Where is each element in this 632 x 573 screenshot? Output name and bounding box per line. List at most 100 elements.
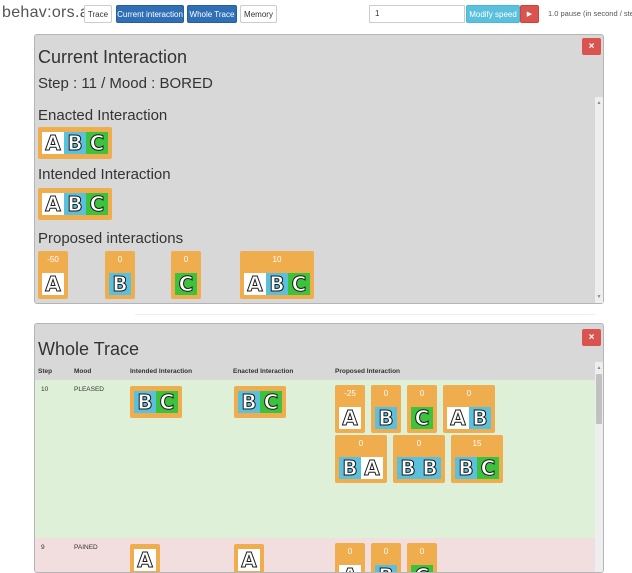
interaction-glyph-c: C xyxy=(260,390,282,415)
trace-button[interactable]: Trace xyxy=(84,5,112,23)
enacted-heading: Enacted Interaction xyxy=(38,107,168,124)
interaction-glyph-b: B xyxy=(64,192,86,217)
row-mood: PLEASED xyxy=(74,386,104,393)
proposed-interaction-tile: 0C xyxy=(407,385,437,433)
interaction-glyph-b: B xyxy=(419,456,441,481)
proposed-interaction-tile: 0B xyxy=(371,543,401,572)
proposed-value: 0 xyxy=(117,255,123,264)
scroll-down-arrow[interactable]: ▼ xyxy=(595,293,603,301)
proposed-value: 0 xyxy=(358,439,364,448)
interaction-glyph-b: B xyxy=(455,456,477,481)
memory-button[interactable]: Memory xyxy=(240,5,277,23)
current-interaction-panel: × Current Interaction Step : 11 / Mood :… xyxy=(34,34,604,304)
proposed-interaction-tile: 0B xyxy=(371,385,401,433)
proposed-interaction-tile: 0 BA xyxy=(335,435,387,483)
intended-interaction-tile: ABC xyxy=(38,188,112,220)
modify-speed-button[interactable]: Modify speed xyxy=(466,5,520,23)
proposed-interaction-tile: 0C xyxy=(171,251,201,299)
row-step: 10 xyxy=(41,386,49,393)
current-interaction-title: Current Interaction xyxy=(38,47,188,67)
interaction-glyph-b: B xyxy=(375,406,397,431)
proposed-interaction-tile: 0 BB xyxy=(393,435,445,483)
interaction-glyph-c: C xyxy=(411,564,433,572)
proposed-interaction-tile: -25 A xyxy=(335,385,365,433)
proposed-value: -25 xyxy=(344,389,356,398)
pause-status: 1.0 pause (in second / step) xyxy=(548,9,632,18)
play-button[interactable]: ▶ xyxy=(520,5,539,23)
interaction-glyph-c: C xyxy=(411,406,433,431)
interaction-glyph-b: B xyxy=(134,390,156,415)
proposed-interaction-tile: 0C xyxy=(407,543,437,572)
speed-input[interactable]: 1 xyxy=(369,5,465,23)
proposed-interaction-tile: 15 B C xyxy=(451,435,503,483)
panel-divider xyxy=(135,314,595,315)
interaction-glyph-b: B xyxy=(238,390,260,415)
proposed-value: 0 xyxy=(416,439,422,448)
proposed-heading: Proposed interactions xyxy=(38,230,184,247)
proposed-value: 0 xyxy=(419,389,425,398)
interaction-glyph-c: C xyxy=(156,390,178,415)
table-row xyxy=(35,380,595,538)
interaction-glyph-c: C xyxy=(86,192,108,217)
proposed-value: -50 xyxy=(47,255,59,264)
top-toolbar: behav:ors.ai Trace Current interaction W… xyxy=(0,0,632,28)
proposed-interaction-tile: -50 A xyxy=(38,251,68,299)
interaction-glyph-a: A xyxy=(42,131,64,156)
interaction-glyph-a: A xyxy=(361,456,383,481)
interaction-glyph-b: B xyxy=(469,406,491,431)
close-current-button[interactable]: × xyxy=(582,38,601,55)
interaction-glyph-a: A xyxy=(42,272,64,297)
interaction-glyph-a: A xyxy=(339,406,361,431)
intended-interaction-tile: BC xyxy=(130,386,182,418)
interaction-glyph-a: A xyxy=(244,272,266,297)
current-interaction-button[interactable]: Current interaction xyxy=(116,5,184,23)
close-whole-trace-button[interactable]: × xyxy=(582,329,601,346)
interaction-glyph-b: B xyxy=(266,272,288,297)
whole-trace-button[interactable]: Whole Trace xyxy=(187,5,237,23)
proposed-value: 15 xyxy=(472,439,482,448)
interaction-glyph-b: B xyxy=(64,131,86,156)
interaction-glyph-b: B xyxy=(375,564,397,572)
proposed-value: 0 xyxy=(466,389,472,398)
current-scrollbar[interactable]: ▲ ▼ xyxy=(595,97,603,303)
interaction-glyph-a: A xyxy=(134,548,156,572)
trace-scrollbar[interactable]: ▲ xyxy=(595,362,603,572)
interaction-glyph-b: B xyxy=(109,272,131,297)
proposed-value: 0 xyxy=(183,255,189,264)
app-logo: behav:ors.ai xyxy=(2,4,93,21)
interaction-glyph-b: B xyxy=(397,456,419,481)
interaction-glyph-c: C xyxy=(477,456,499,481)
proposed-value: 0 xyxy=(383,547,389,556)
table-row xyxy=(35,538,595,572)
enacted-interaction-tile: A xyxy=(234,544,264,572)
proposed-interaction-tile: 10 A B C xyxy=(240,251,314,299)
interaction-glyph-c: C xyxy=(86,131,108,156)
interaction-glyph-a: A xyxy=(447,406,469,431)
proposed-interaction-tile: 0 AB xyxy=(443,385,495,433)
step-mood-label: Step : 11 / Mood : BORED xyxy=(38,75,213,92)
column-header-step: Step xyxy=(38,368,53,375)
column-header-intended: Intended Interaction xyxy=(130,368,193,375)
scroll-up-arrow[interactable]: ▲ xyxy=(595,364,603,372)
proposed-value: 0 xyxy=(347,547,353,556)
proposed-interaction-tile: 0B xyxy=(105,251,135,299)
intended-interaction-tile: A xyxy=(130,544,160,572)
row-step: 9 xyxy=(41,544,45,551)
column-header-mood: Mood xyxy=(74,368,92,375)
interaction-glyph-a: A xyxy=(238,548,260,572)
scroll-thumb[interactable] xyxy=(596,374,602,424)
whole-trace-title: Whole Trace xyxy=(38,339,140,359)
whole-trace-panel: × Whole Trace Step Mood Intended Interac… xyxy=(34,323,604,573)
row-mood: PAINED xyxy=(74,544,98,551)
interaction-glyph-a: A xyxy=(339,564,361,572)
column-header-enacted: Enacted Interaction xyxy=(233,368,294,375)
proposed-value: 0 xyxy=(419,547,425,556)
interaction-glyph-a: A xyxy=(42,192,64,217)
proposed-interaction-tile: 0A xyxy=(335,543,365,572)
column-header-proposed: Proposed Interaction xyxy=(335,368,401,375)
scroll-up-arrow[interactable]: ▲ xyxy=(595,99,603,107)
intended-heading: Intended Interaction xyxy=(38,166,171,183)
enacted-interaction-tile: BC xyxy=(234,386,286,418)
proposed-value: 0 xyxy=(383,389,389,398)
interaction-glyph-c: C xyxy=(288,272,310,297)
